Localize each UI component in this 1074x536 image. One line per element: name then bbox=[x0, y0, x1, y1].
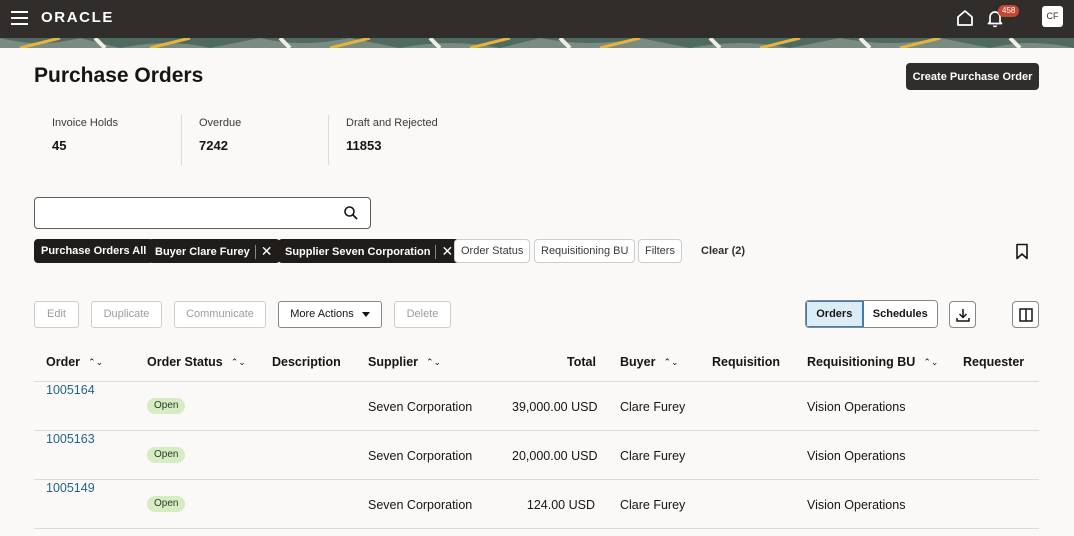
remove-filter-icon[interactable]: ✕ bbox=[261, 243, 273, 259]
more-actions-button[interactable]: More Actions bbox=[278, 301, 382, 328]
sort-icon[interactable]: ⌃⌄ bbox=[231, 357, 246, 368]
notification-badge: 458 bbox=[998, 5, 1020, 17]
buyer-cell: Clare Furey bbox=[620, 449, 686, 463]
download-icon bbox=[956, 309, 970, 322]
metric-label: Overdue bbox=[199, 117, 242, 129]
column-header-order[interactable]: Order ⌃⌄ bbox=[46, 355, 103, 369]
orders-view-button[interactable]: Orders bbox=[806, 301, 864, 327]
download-button[interactable] bbox=[949, 301, 976, 328]
divider bbox=[34, 430, 1039, 431]
create-purchase-order-button[interactable]: Create Purchase Order bbox=[906, 63, 1039, 90]
column-header-label: Description bbox=[272, 355, 341, 369]
buyer-cell: Clare Furey bbox=[620, 498, 686, 512]
status-badge: Open bbox=[147, 398, 186, 414]
column-header-label: Requisitioning BU bbox=[807, 355, 916, 369]
top-bar: ORACLE 458 CF bbox=[0, 0, 1074, 38]
edit-button[interactable]: Edit bbox=[34, 301, 79, 328]
status-badge: Open bbox=[147, 447, 186, 463]
column-header-requisition: Requisition bbox=[712, 355, 780, 369]
column-header-label: Requester bbox=[963, 355, 1025, 369]
chip-requisitioning-bu[interactable]: Requisitioning BU bbox=[534, 239, 636, 263]
chip-filters[interactable]: Filters bbox=[638, 239, 682, 263]
metric-label: Invoice Holds bbox=[52, 117, 119, 129]
columns-icon bbox=[1019, 308, 1033, 322]
column-header-description: Description bbox=[272, 355, 341, 369]
order-number-link[interactable]: 1005164 bbox=[46, 383, 95, 397]
avatar[interactable]: CF bbox=[1042, 6, 1063, 27]
decorative-banner bbox=[0, 38, 1074, 48]
order-number-link[interactable]: 1005149 bbox=[46, 481, 95, 495]
total-cell: 124.00 USD bbox=[526, 498, 595, 512]
search-icon[interactable] bbox=[343, 205, 359, 221]
buyer-cell: Clare Furey bbox=[620, 400, 686, 414]
more-actions-label: More Actions bbox=[290, 308, 354, 320]
column-header-requester: Requester bbox=[963, 355, 1024, 369]
chip-order-status[interactable]: Order Status bbox=[454, 239, 531, 263]
column-header-supplier[interactable]: Supplier ⌃⌄ bbox=[368, 355, 441, 369]
sort-icon[interactable]: ⌃⌄ bbox=[426, 357, 441, 368]
chevron-down-icon bbox=[361, 311, 370, 317]
bookmark-icon[interactable] bbox=[1015, 243, 1029, 260]
total-cell: 39,000.00 USD bbox=[512, 400, 598, 414]
column-header-requisitioning-bu[interactable]: Requisitioning BU ⌃⌄ bbox=[807, 355, 938, 369]
bu-cell: Vision Operations bbox=[807, 449, 906, 463]
sort-icon[interactable]: ⌃⌄ bbox=[923, 357, 938, 368]
metric-value: 7242 bbox=[199, 138, 228, 153]
hamburger-menu-icon[interactable] bbox=[11, 11, 28, 25]
column-header-order-status[interactable]: Order Status ⌃⌄ bbox=[147, 355, 246, 369]
columns-button[interactable] bbox=[1012, 301, 1039, 328]
chip-label: Filters bbox=[645, 245, 675, 257]
clear-filters-link[interactable]: Clear (2) bbox=[701, 245, 745, 257]
column-header-label: Total bbox=[567, 355, 596, 369]
sort-icon[interactable]: ⌃⌄ bbox=[663, 357, 678, 368]
divider bbox=[34, 479, 1039, 480]
delete-button[interactable]: Delete bbox=[394, 301, 451, 328]
order-number-link[interactable]: 1005163 bbox=[46, 432, 95, 446]
column-header-buyer[interactable]: Buyer ⌃⌄ bbox=[620, 355, 679, 369]
metric-label: Draft and Rejected bbox=[346, 117, 438, 129]
remove-filter-icon[interactable]: ✕ bbox=[441, 243, 453, 259]
supplier-cell: Seven Corporation bbox=[368, 449, 473, 463]
column-header-label: Order bbox=[46, 355, 81, 369]
bu-cell: Vision Operations bbox=[807, 498, 906, 512]
search-box bbox=[34, 197, 371, 229]
column-header-label: Order Status bbox=[147, 355, 223, 369]
metric-draft-rejected[interactable]: Draft and Rejected 11853 bbox=[328, 115, 528, 165]
metric-overdue[interactable]: Overdue 7242 bbox=[181, 115, 328, 165]
page-title: Purchase Orders bbox=[34, 64, 204, 87]
chip-label: Purchase Orders All bbox=[41, 245, 147, 257]
metric-value: 45 bbox=[52, 138, 67, 153]
chip-label: Requisitioning BU bbox=[541, 245, 629, 257]
view-toggle: Orders Schedules bbox=[805, 300, 938, 328]
duplicate-button[interactable]: Duplicate bbox=[91, 301, 162, 328]
column-header-label: Requisition bbox=[712, 355, 781, 369]
metric-invoice-holds[interactable]: Invoice Holds 45 bbox=[35, 115, 181, 165]
search-input[interactable] bbox=[43, 198, 333, 226]
chip-label: Buyer Clare Furey bbox=[155, 246, 250, 258]
oracle-logo[interactable]: ORACLE bbox=[41, 9, 114, 26]
metric-value: 11853 bbox=[346, 138, 382, 153]
chip-label: Supplier Seven Corporation bbox=[285, 246, 431, 258]
divider bbox=[34, 381, 1039, 382]
total-cell: 20,000.00 USD bbox=[512, 449, 598, 463]
divider bbox=[34, 528, 1039, 529]
chip-supplier[interactable]: Supplier Seven Corporation ✕ bbox=[278, 239, 461, 263]
supplier-cell: Seven Corporation bbox=[368, 400, 473, 414]
supplier-cell: Seven Corporation bbox=[368, 498, 473, 512]
column-header-label: Buyer bbox=[620, 355, 656, 369]
communicate-button[interactable]: Communicate bbox=[174, 301, 266, 328]
status-badge: Open bbox=[147, 496, 186, 512]
schedules-view-button[interactable]: Schedules bbox=[863, 301, 937, 327]
chip-buyer[interactable]: Buyer Clare Furey ✕ bbox=[148, 239, 280, 263]
home-icon[interactable] bbox=[954, 7, 976, 29]
bu-cell: Vision Operations bbox=[807, 400, 906, 414]
chip-purchase-orders-all[interactable]: Purchase Orders All bbox=[34, 239, 154, 263]
sort-icon[interactable]: ⌃⌄ bbox=[88, 357, 103, 368]
column-header-label: Supplier bbox=[368, 355, 419, 369]
column-header-total: Total bbox=[567, 355, 596, 369]
chip-label: Order Status bbox=[461, 245, 524, 257]
